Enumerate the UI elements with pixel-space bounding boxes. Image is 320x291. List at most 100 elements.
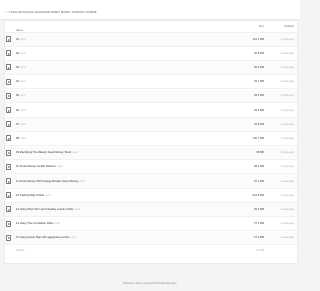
file-row[interactable]: 12 Trading Daily Charts.mp4 543.8 MB 2 yea… xyxy=(5,189,297,203)
file-row[interactable]: 10 Smart Money Candle Patterns.mp4 98.1 M… xyxy=(5,161,297,175)
file-row[interactable]: 02.mp4 46.8 MB 2 years ago xyxy=(5,47,297,61)
file-name-label: 14 Using The Correlation Video xyxy=(16,222,54,226)
total-size: 1.6 GB xyxy=(255,249,264,252)
file-name-label: 05 xyxy=(16,94,19,98)
file-name-label: 13 Using Short Term and Intraday Levels … xyxy=(16,207,74,211)
file-name-label: 07 xyxy=(16,122,19,126)
file-extension: .mp4 xyxy=(78,179,85,183)
file-modified: 2 years ago xyxy=(280,94,294,98)
file-modified: 2 years ago xyxy=(280,179,294,183)
file-size: 46.8 MB xyxy=(253,51,264,55)
file-modified: 2 years ago xyxy=(280,236,294,240)
file-row[interactable]: 06.mp4 39.8 MB 2 years ago xyxy=(5,104,297,118)
column-header-modified[interactable]: Modified xyxy=(284,25,294,28)
file-row[interactable]: 04.mp4 93.7 MB 2 years ago xyxy=(5,76,297,90)
file-extension: .mp4 xyxy=(19,51,26,55)
file-name-label: 11 Smart Money Shift Change Breaks (Juic… xyxy=(16,179,79,183)
file-size: 35.5 MB xyxy=(253,207,264,211)
file-size: 87.1 MB xyxy=(253,179,264,183)
file-name-label: 10 Smart Money Candle Patterns xyxy=(16,165,56,169)
file-extension: .mp4 xyxy=(19,108,26,112)
file-size: 543.8 MB xyxy=(252,193,264,197)
file-extension: .mp4 xyxy=(44,193,51,197)
file-name-label: 06 xyxy=(16,108,19,112)
video-file-icon xyxy=(6,36,11,42)
file-modified: 2 years ago xyxy=(280,37,294,41)
file-name-link[interactable]: 12 Trading Daily Charts.mp4 xyxy=(16,194,51,197)
file-name-link[interactable]: 15 Using Future Skip with aggressive ent… xyxy=(16,236,76,239)
video-file-icon xyxy=(6,178,11,184)
file-row[interactable]: 08.mp4 105.7 MB 2 years ago xyxy=(5,132,297,146)
video-file-icon xyxy=(6,220,11,227)
file-name-link[interactable]: 13 Using Short Term and Intraday Levels … xyxy=(16,208,80,211)
file-list-summary: 15 files 1.6 GB xyxy=(5,246,297,256)
file-modified: 2 years ago xyxy=(280,65,294,69)
file-size: 98 MB xyxy=(256,151,264,155)
file-name-link[interactable]: 03.mp4 xyxy=(16,66,25,69)
file-row[interactable]: 03.mp4 66.6 MB 2 years ago xyxy=(5,61,297,75)
video-file-icon xyxy=(6,64,11,71)
video-file-icon xyxy=(6,206,11,213)
file-extension: .mp4 xyxy=(69,236,76,240)
breadcrumb-current[interactable]: 7 DOLLAR SCHOOL ADVANCED SMART MONEY TRA… xyxy=(9,11,97,14)
file-row[interactable]: 07.mp4 42.8 MB 2 years ago xyxy=(5,118,297,132)
file-size: 134.1 MB xyxy=(252,37,264,41)
file-name-link[interactable]: 10 Smart Money Candle Patterns.mp4 xyxy=(16,165,62,168)
file-size: 39.8 MB xyxy=(253,108,264,112)
file-extension: .mp4 xyxy=(56,165,63,169)
file-extension: .mp4 xyxy=(19,122,26,126)
file-name-link[interactable]: 07.mp4 xyxy=(16,123,25,126)
file-row[interactable]: 01.mp4 134.1 MB 2 years ago xyxy=(5,33,297,47)
file-modified: 2 years ago xyxy=(280,108,294,112)
file-modified: 2 years ago xyxy=(280,193,294,197)
file-extension: .mp4 xyxy=(19,65,26,69)
file-row[interactable]: 09 Identifying The Weekly Smart Money Tr… xyxy=(5,146,297,161)
file-name-link[interactable]: 02.mp4 xyxy=(16,52,25,55)
file-name-label: 03 xyxy=(16,65,19,69)
file-size: 66.6 MB xyxy=(253,65,264,69)
file-name-link[interactable]: 09 Identifying The Weekly Smart Money Tr… xyxy=(16,151,78,154)
file-name-link[interactable]: 08.mp4 xyxy=(16,137,25,140)
file-name-label: 02 xyxy=(16,51,19,55)
file-name-link[interactable]: 11 Smart Money Shift Change Breaks (Juic… xyxy=(16,180,85,183)
column-header-size[interactable]: Size xyxy=(259,25,264,28)
breadcrumb: ⌂ / 7 DOLLAR SCHOOL ADVANCED SMART MONEY… xyxy=(4,11,97,14)
file-name-link[interactable]: 05.mp4 xyxy=(16,94,25,97)
file-name-label: 15 Using Future Skip with aggressive ent… xyxy=(16,236,70,240)
sort-arrow-icon: ▾ xyxy=(17,29,19,32)
file-extension: .mp4 xyxy=(71,151,78,155)
file-size: 98.1 MB xyxy=(253,165,264,169)
file-row[interactable]: 14 Using The Correlation Video.mp4 57.2 M… xyxy=(5,218,297,232)
video-file-icon xyxy=(6,121,11,128)
file-size: 39.6 MB xyxy=(253,94,264,98)
file-modified: 2 years ago xyxy=(280,80,294,84)
file-modified: 2 years ago xyxy=(280,51,294,55)
file-size: 57.2 MB xyxy=(253,236,264,240)
file-extension: .mp4 xyxy=(73,207,80,211)
file-extension: .mp4 xyxy=(19,94,26,98)
file-row[interactable]: 15 Using Future Skip with aggressive ent… xyxy=(5,231,297,246)
file-size: 105.7 MB xyxy=(252,136,264,140)
file-modified: 2 years ago xyxy=(280,136,294,140)
file-name-link[interactable]: 06.mp4 xyxy=(16,109,25,112)
footer: Directory Lister is a simple PHP directo… xyxy=(123,282,177,285)
file-extension: .mp4 xyxy=(19,80,26,84)
file-name-label: 09 Identifying The Weekly Smart Money Tr… xyxy=(16,151,72,155)
file-name-link[interactable]: 01.mp4 xyxy=(16,38,25,41)
file-count: 15 files xyxy=(16,249,25,252)
file-modified: 2 years ago xyxy=(280,222,294,226)
file-extension: .mp4 xyxy=(19,37,26,41)
file-row[interactable]: 11 Smart Money Shift Change Breaks (Juic… xyxy=(5,175,297,189)
file-name-link[interactable]: 04.mp4 xyxy=(16,80,25,83)
video-file-icon xyxy=(6,135,11,142)
file-list-panel: Name ▾ Size Modified 01.mp4 134.1 MB 2 year… xyxy=(4,20,298,264)
video-file-icon xyxy=(6,107,11,113)
file-modified: 2 years ago xyxy=(280,165,294,169)
file-size: 93.7 MB xyxy=(253,80,264,84)
file-row[interactable]: 13 Using Short Term and Intraday Levels … xyxy=(5,203,297,217)
video-file-icon xyxy=(6,92,11,99)
file-size: 42.8 MB xyxy=(253,122,264,126)
file-name-link[interactable]: 14 Using The Correlation Video.mp4 xyxy=(16,222,60,225)
file-name-label: 04 xyxy=(16,80,19,84)
file-row[interactable]: 05.mp4 39.6 MB 2 years ago xyxy=(5,89,297,104)
